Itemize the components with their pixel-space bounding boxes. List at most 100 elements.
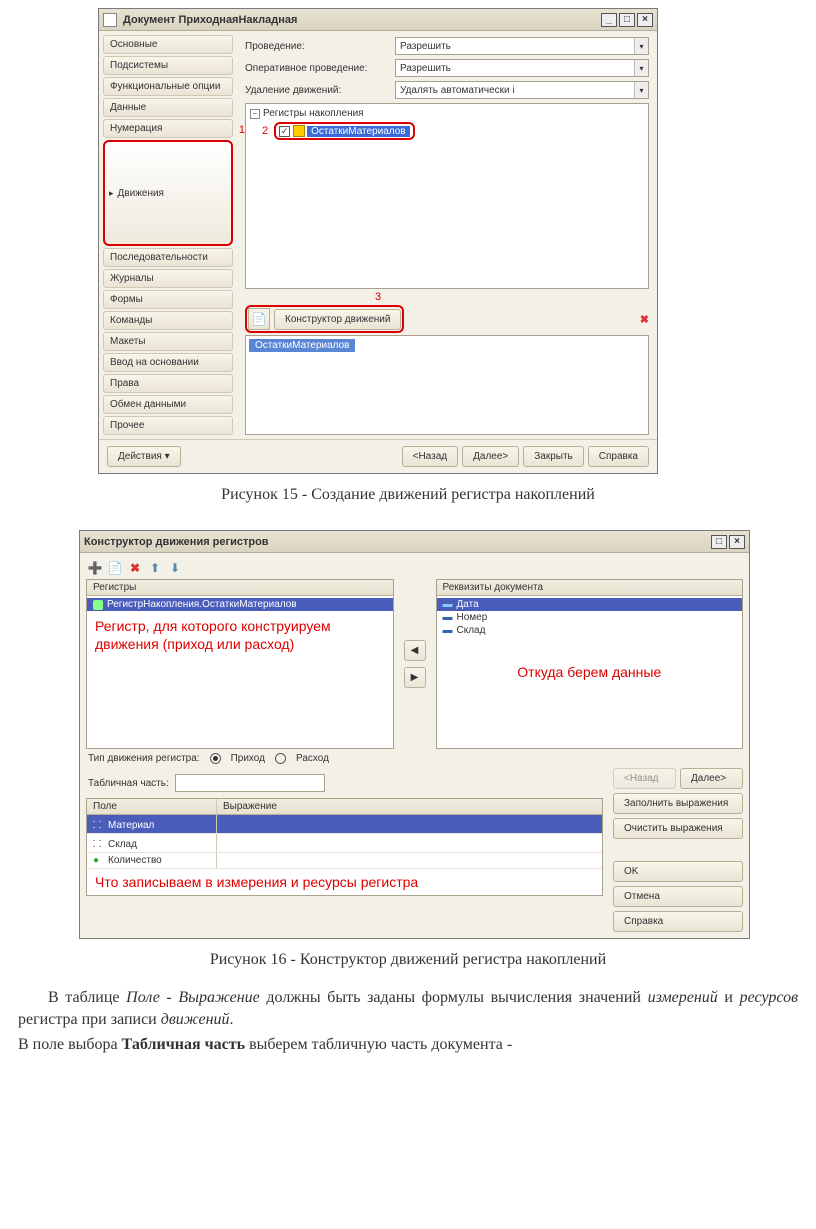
tree-child-label[interactable]: ОстаткиМатериалов: [307, 126, 409, 137]
ok-button[interactable]: OK: [613, 861, 743, 882]
register-chip[interactable]: ОстаткиМатериалов: [249, 339, 355, 352]
dim-icon: ⸬: [93, 817, 105, 831]
dropdown-icon[interactable]: ▾: [634, 60, 648, 76]
marker-2: 2: [262, 125, 268, 137]
radio-out[interactable]: [275, 753, 286, 764]
clear-button[interactable]: Очистить выражения: [613, 818, 743, 839]
right-buttons: <Назад Далее> Заполнить выражения Очисти…: [613, 768, 743, 932]
down-icon[interactable]: ⬇: [166, 559, 184, 577]
constructor-button[interactable]: Конструктор движений: [274, 309, 401, 330]
delete-icon[interactable]: ✖: [640, 313, 649, 326]
tabpart-label: Табличная часть:: [88, 778, 169, 789]
footer-buttons: Действия ▾ <Назад Далее> Закрыть Справка: [99, 439, 657, 473]
delete-icon[interactable]: ✖: [126, 559, 144, 577]
resource-icon: ●: [93, 855, 105, 866]
attributes-panel: Реквизиты документа ▬Дата ▬Номер ▬Склад …: [436, 579, 744, 749]
sidebar-item[interactable]: Функциональные опции: [103, 77, 233, 96]
marker-3: 3: [375, 291, 649, 303]
close-button[interactable]: ×: [729, 535, 745, 549]
help-button[interactable]: Справка: [613, 911, 743, 932]
sidebar-item[interactable]: Команды: [103, 311, 233, 330]
paragraph-1: В таблице Поле - Выражение должны быть з…: [18, 987, 798, 1030]
titlebar[interactable]: Документ ПриходнаяНакладная _ □ ×: [99, 9, 657, 31]
radio-in[interactable]: [210, 753, 221, 764]
select-provedenie[interactable]: Разрешить▾: [395, 37, 649, 55]
add-icon[interactable]: ➕: [86, 559, 104, 577]
close-window-button[interactable]: Закрыть: [523, 446, 584, 467]
sidebar-item[interactable]: Права: [103, 374, 233, 393]
register-icon: [293, 125, 305, 137]
min-button[interactable]: _: [601, 13, 617, 27]
grid-col-expr: Выражение: [217, 799, 602, 814]
grid-row[interactable]: ⸬Склад: [87, 834, 602, 853]
next-button[interactable]: Далее>: [680, 768, 743, 789]
dim-icon: ⸬: [93, 836, 105, 850]
annotation-grid: Что записываем в измерения и ресурсы рег…: [87, 869, 602, 895]
registers-panel: Регистры РегистрНакопления.ОстаткиМатери…: [86, 579, 394, 749]
paragraph-2: В поле выбора Табличная часть выберем та…: [18, 1034, 798, 1056]
window-document: Документ ПриходнаяНакладная _ □ × Основн…: [98, 8, 658, 474]
registers-tree[interactable]: – Регистры накопления 2 ✓ ОстаткиМатериа…: [245, 103, 649, 289]
register-icon: [93, 600, 103, 610]
move-right-button[interactable]: ▶: [404, 667, 426, 688]
back-button[interactable]: <Назад: [402, 446, 459, 467]
sidebar-item[interactable]: Подсистемы: [103, 56, 233, 75]
attr-icon: ▬: [443, 625, 453, 636]
attributes-header: Реквизиты документа: [437, 580, 743, 596]
app-icon: [103, 13, 117, 27]
sidebar-item[interactable]: Обмен данными: [103, 395, 233, 414]
sidebar-item[interactable]: Последовательности: [103, 248, 233, 267]
caption-15: Рисунок 15 - Создание движений регистра …: [18, 486, 798, 504]
sidebar-item[interactable]: Нумерация: [103, 119, 233, 138]
grid-row[interactable]: ●Количество: [87, 853, 602, 869]
tabpart-input[interactable]: [175, 774, 325, 792]
next-button[interactable]: Далее>: [462, 446, 519, 467]
grid-col-field: Поле: [87, 799, 217, 814]
window-title: Документ ПриходнаяНакладная: [123, 14, 297, 26]
dropdown-icon[interactable]: ▾: [634, 82, 648, 98]
grid-row[interactable]: ⸬Материал: [87, 815, 602, 834]
toolbar: ➕ 📄 ✖ ⬆ ⬇: [86, 557, 743, 579]
copy-icon[interactable]: 📄: [106, 559, 124, 577]
sidebar-item[interactable]: Основные: [103, 35, 233, 54]
attr-row[interactable]: ▬Дата: [437, 598, 743, 611]
tree-root-label: Регистры накопления: [263, 108, 364, 119]
cancel-button[interactable]: Отмена: [613, 886, 743, 907]
move-left-button[interactable]: ◀: [404, 640, 426, 661]
type-label: Тип движения регистра:: [88, 753, 200, 764]
sidebar-item[interactable]: Формы: [103, 290, 233, 309]
sidebar-item[interactable]: Макеты: [103, 332, 233, 351]
label-provedenie: Проведение:: [245, 41, 395, 52]
sidebar-item[interactable]: Ввод на основании: [103, 353, 233, 372]
registers-header: Регистры: [87, 580, 393, 596]
window-constructor: Конструктор движения регистров □ × ➕ 📄 ✖…: [79, 530, 750, 939]
checkbox[interactable]: ✓: [279, 126, 290, 137]
label-oper: Оперативное проведение:: [245, 63, 395, 74]
help-button[interactable]: Справка: [588, 446, 649, 467]
label-udal: Удаление движений:: [245, 85, 395, 96]
main-panel: Проведение: Разрешить▾ Оперативное прове…: [237, 31, 657, 439]
close-button[interactable]: ×: [637, 13, 653, 27]
select-udal[interactable]: Удалять автоматически і▾: [395, 81, 649, 99]
up-icon[interactable]: ⬆: [146, 559, 164, 577]
sidebar-item-movements[interactable]: Движения: [103, 140, 233, 246]
back-button[interactable]: <Назад: [613, 768, 676, 789]
annotation-register: Регистр, для которого конструируем движе…: [87, 613, 393, 657]
titlebar[interactable]: Конструктор движения регистров □ ×: [80, 531, 749, 553]
fill-button[interactable]: Заполнить выражения: [613, 793, 743, 814]
constructor-icon[interactable]: 📄: [248, 308, 270, 330]
attr-row[interactable]: ▬Склад: [437, 624, 743, 637]
dropdown-icon[interactable]: ▾: [634, 38, 648, 54]
sidebar-item[interactable]: Данные: [103, 98, 233, 117]
sidebar: Основные Подсистемы Функциональные опции…: [99, 31, 237, 439]
max-button[interactable]: □: [711, 535, 727, 549]
collapse-icon[interactable]: –: [250, 109, 260, 119]
window-title: Конструктор движения регистров: [84, 536, 269, 548]
max-button[interactable]: □: [619, 13, 635, 27]
actions-button[interactable]: Действия ▾: [107, 446, 181, 467]
sidebar-item[interactable]: Журналы: [103, 269, 233, 288]
register-row[interactable]: РегистрНакопления.ОстаткиМатериалов: [87, 598, 393, 611]
sidebar-item[interactable]: Прочее: [103, 416, 233, 435]
attr-row[interactable]: ▬Номер: [437, 611, 743, 624]
select-oper[interactable]: Разрешить▾: [395, 59, 649, 77]
